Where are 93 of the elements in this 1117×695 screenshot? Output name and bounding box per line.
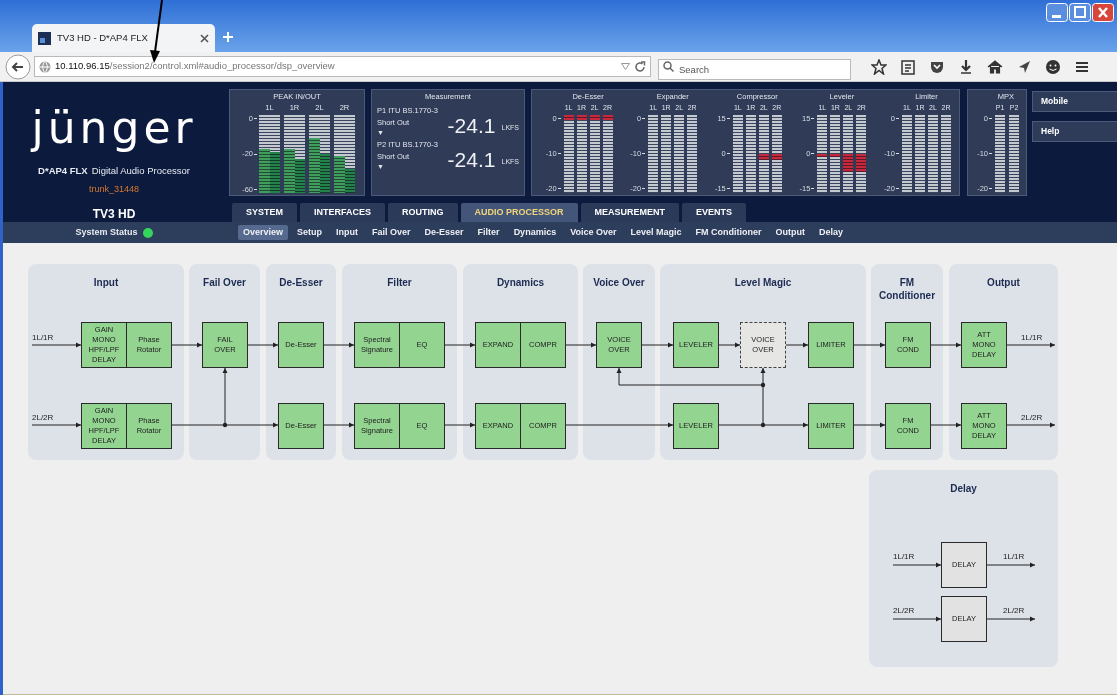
close-icon[interactable] [200,33,209,43]
sub-tab[interactable]: Output [770,225,811,240]
annotation-arrow [150,0,166,64]
device-name: TV3 HD [92,205,136,223]
signal-arrow [323,422,355,428]
signal-arrow [892,562,942,568]
section-title: Delay [950,482,977,495]
sub-tab[interactable]: Fail Over [367,225,416,240]
browser-tab[interactable]: TV3 HD - D*AP4 FLX [32,24,215,52]
junction-dot [760,422,766,428]
clipboard-icon[interactable] [900,58,916,75]
logo: jünger [31,106,197,150]
port-label: 1L/1R [893,553,915,561]
signal-arrow [853,422,886,428]
section-title: Output [987,276,1020,289]
main-tab[interactable]: SYSTEM [232,203,297,222]
junction-dot [222,422,228,428]
signal-arrow [930,422,962,428]
port-label: 2L/2R [893,607,915,615]
side-button[interactable]: Help [1032,121,1117,142]
sub-tab[interactable]: Filter [472,225,505,240]
new-tab-icon[interactable] [223,32,233,42]
sub-tab[interactable]: Setup [292,225,328,240]
sub-tab[interactable]: De-Esser [419,225,469,240]
signal-arrow [31,342,82,348]
section-title: Dynamics [496,276,545,289]
signal-arrow [853,342,886,348]
signal-arrow [986,562,1036,568]
signal-arrow [247,342,279,348]
sub-tab[interactable]: Level Magic [625,225,687,240]
product-name: D*AP4 FLX [38,164,88,178]
maximize-button[interactable] [1069,3,1091,22]
star-icon[interactable] [871,58,887,75]
side-button[interactable]: Mobile [1032,91,1117,112]
smiley-icon[interactable] [1045,58,1061,75]
close-button[interactable] [1092,3,1114,22]
product-description: Digital Audio Processor [91,164,190,178]
port-label: 1L/1R [1021,334,1043,342]
tab-title: TV3 HD - D*AP4 FLX [57,30,149,45]
signal-arrow [892,616,942,622]
signal-arrow [31,422,82,428]
signal-arrow [444,342,476,348]
globe-icon [39,60,51,73]
sub-tab[interactable]: FM Conditioner [690,225,767,240]
home-icon[interactable] [987,58,1003,75]
reload-icon[interactable] [634,60,646,73]
section-title: De-Esser [279,276,323,289]
section-title: FM Conditioner [878,276,936,302]
signal-arrow [565,342,597,348]
minimize-button[interactable] [1046,3,1068,22]
sub-tab[interactable]: Input [331,225,364,240]
signal-arrow [718,342,741,348]
main-tab[interactable]: EVENTS [682,203,747,222]
address-field[interactable]: 10.110.96.15/session2/control.xml#audio_processor/dsp_overview [34,56,651,77]
main-tab[interactable]: AUDIO PROCESSOR [460,203,578,222]
sub-tab[interactable]: Dynamics [508,225,562,240]
url-text: 10.110.96.15/session2/control.xml#audio_processor/dsp_overview [55,59,336,74]
section-title: Voice Over [593,276,645,289]
main-tab[interactable]: INTERFACES [300,203,386,222]
signal-arrow [986,616,1036,622]
download-icon[interactable] [958,58,974,75]
sub-tab[interactable]: Voice Over [565,225,622,240]
main-tab[interactable]: ROUTING [388,203,458,222]
build-label: trunk_31448 [88,183,139,197]
back-button[interactable] [5,53,31,80]
section-title: Level Magic [734,276,792,289]
sub-tab[interactable]: Delay [814,225,849,240]
loudness-value: -24.1 [446,148,496,170]
signal-arrow [930,342,962,348]
main-tab[interactable]: MEASUREMENT [580,203,680,222]
page-icon [38,31,51,45]
signal-arrow [641,342,674,348]
signal-arrow [1006,422,1056,428]
dropdown-icon[interactable] [621,63,630,70]
section-title: Input [93,276,119,289]
search-icon [663,61,674,72]
signal-arrow [323,342,355,348]
section-title: Filter [387,276,412,289]
port-label: 2L/2R [32,414,54,422]
signal-arrow [444,422,476,428]
loudness-value: -24.1 [446,114,496,136]
port-label: 1L/1R [1003,553,1025,561]
signal-arrow [171,342,203,348]
port-label: 1L/1R [32,334,54,342]
port-label: 2L/2R [1021,414,1043,422]
search-field[interactable]: Search [658,59,851,80]
port-label: 2L/2R [1003,607,1025,615]
section-title: Fail Over [203,276,246,289]
status-label: System Status [75,225,138,239]
signal-arrow [1006,342,1056,348]
sub-tab[interactable]: Overview [238,225,289,240]
junction-dot [760,382,766,388]
signal-arrow [785,342,809,348]
